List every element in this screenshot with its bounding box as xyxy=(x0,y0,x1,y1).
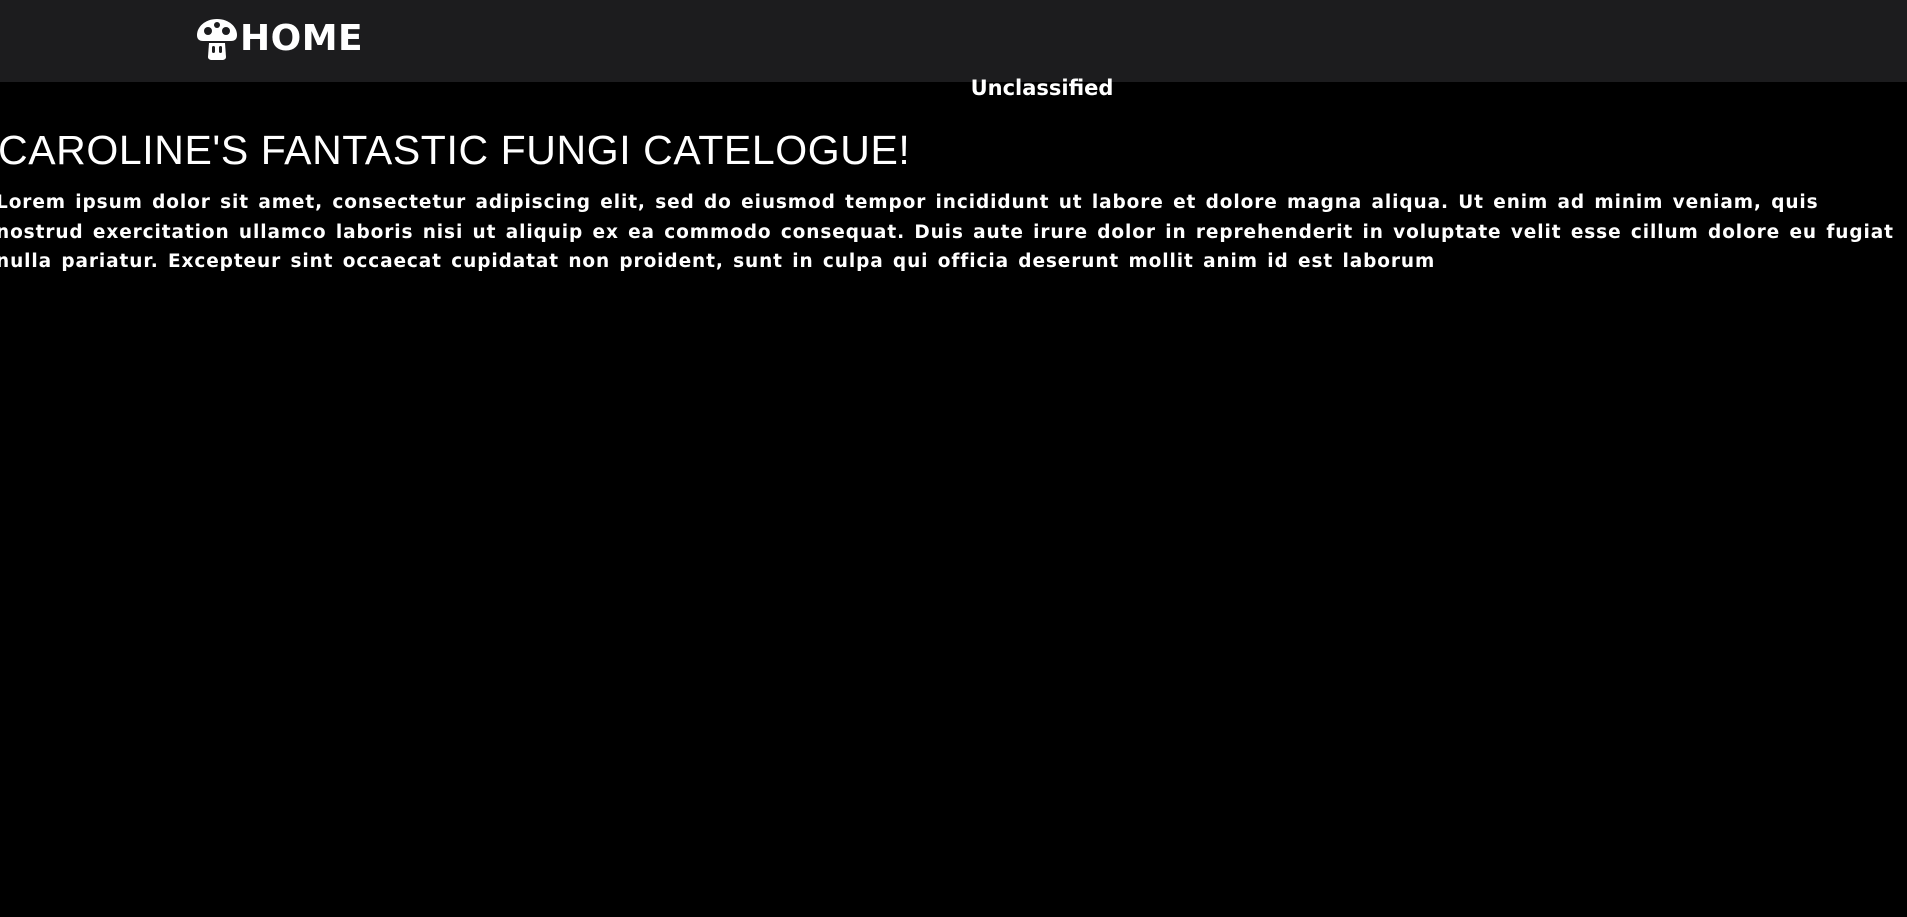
page-title: CAROLINE'S FANTASTIC FUNGI CATELOGUE! xyxy=(0,127,911,173)
home-link[interactable]: HOME xyxy=(195,16,363,62)
classification-banner: Unclassified xyxy=(970,76,1114,100)
intro-paragraph: Lorem ipsum dolor sit amet, consectetur … xyxy=(0,192,1894,272)
top-navbar: HOME xyxy=(0,0,1907,82)
mushroom-icon xyxy=(197,19,237,60)
home-label: HOME xyxy=(240,18,364,59)
